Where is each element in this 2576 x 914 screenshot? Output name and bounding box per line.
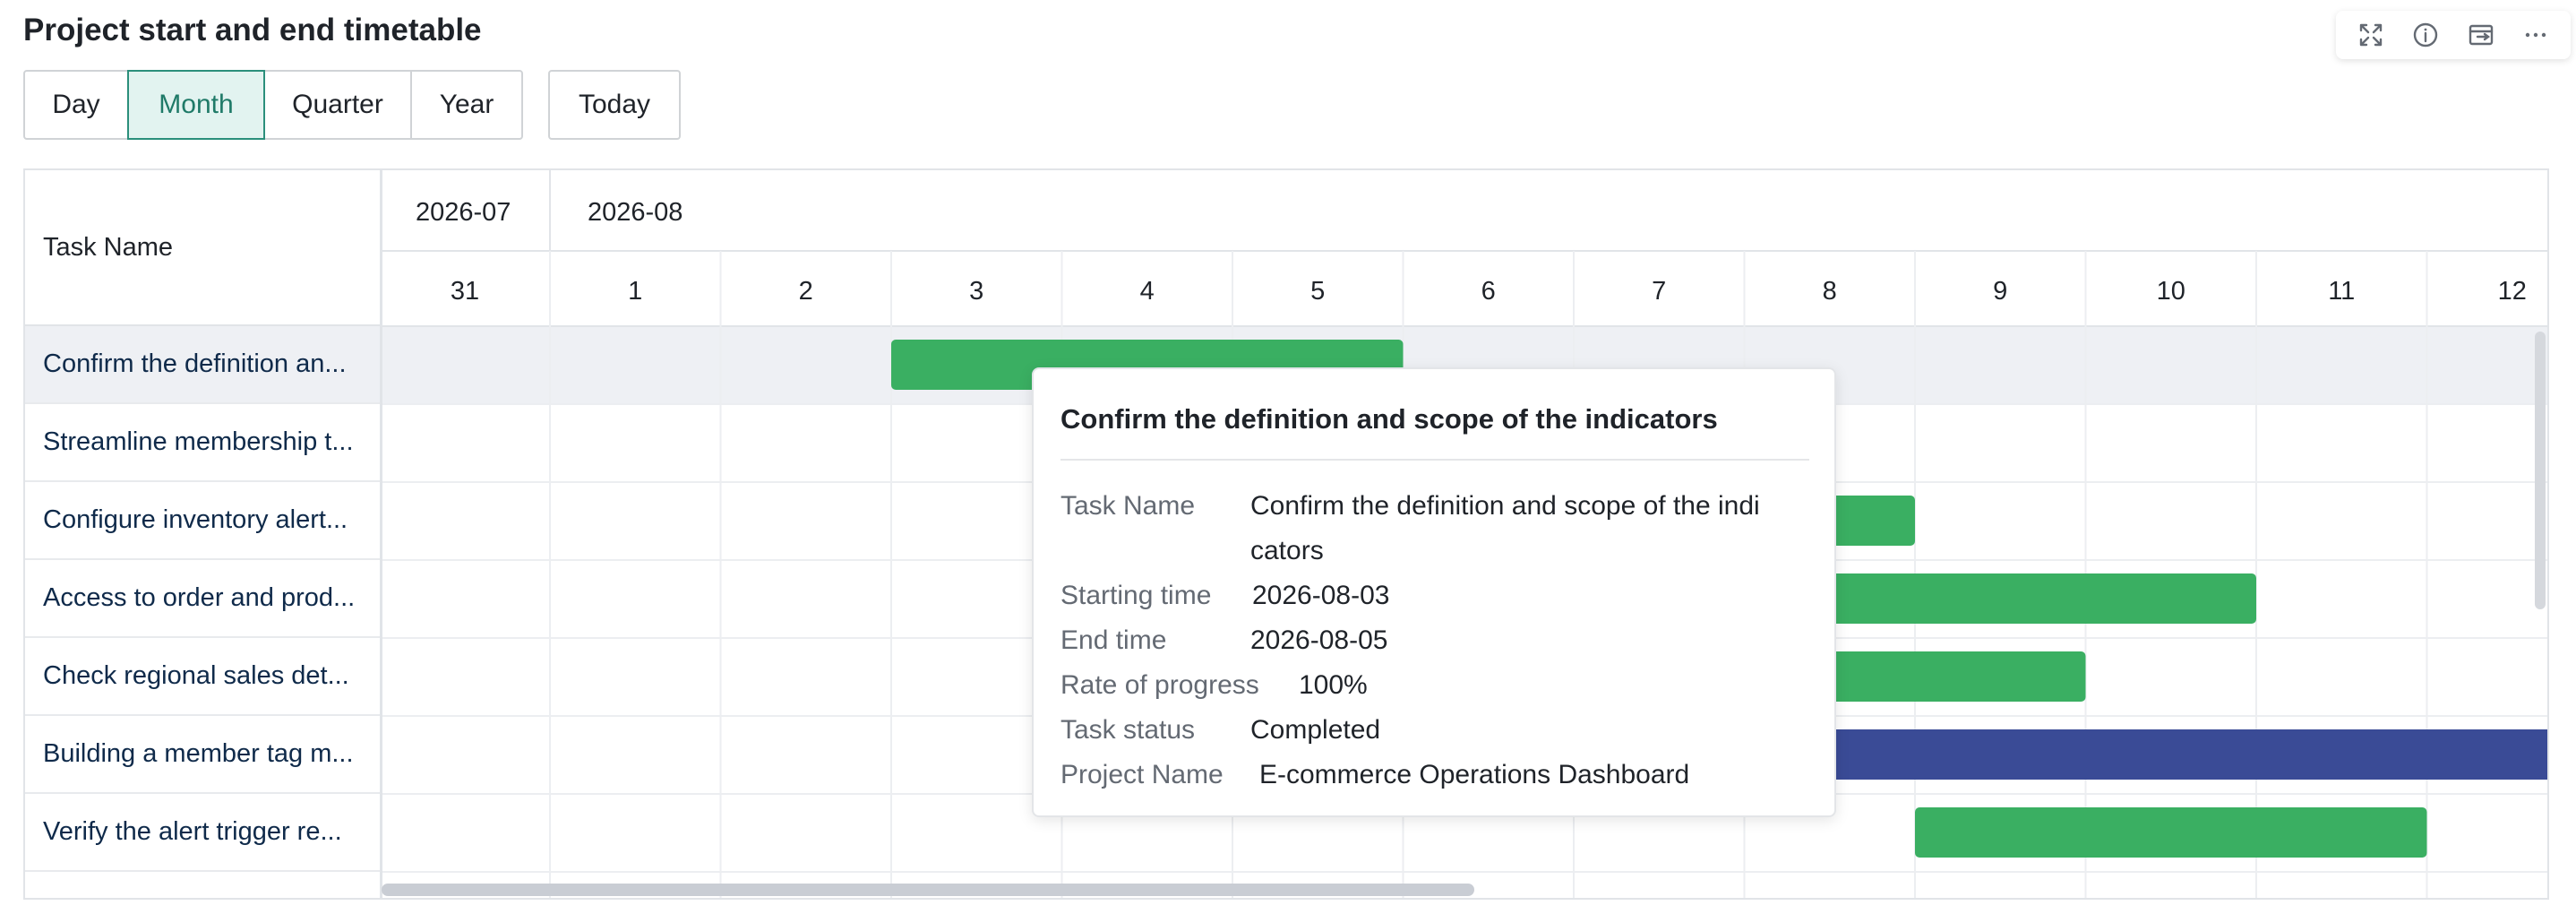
horizontal-scrollbar[interactable] [382,884,1474,896]
task-row[interactable]: Streamline membership t... [25,404,380,482]
fullscreen-icon[interactable] [2350,14,2391,56]
view-year-button[interactable]: Year [410,70,523,140]
task-bar [1915,807,2427,858]
task-row[interactable]: Confirm the definition an... [25,326,380,404]
day-label: 9 [1993,277,2007,306]
tooltip-status-value: Completed [1250,715,1381,745]
task-row[interactable]: Access to order and prod... [25,560,380,638]
day-label: 2 [799,277,813,306]
task-row[interactable]: Verify the alert trigger re... [25,794,380,872]
tooltip-task-name-value-line1: Confirm the definition and scope of the … [1250,491,1760,521]
more-icon[interactable] [2515,14,2556,56]
day-label: 11 [2328,277,2355,306]
task-name: Building a member tag m... [43,739,354,768]
view-mode-switch: Day Month Quarter Year [23,70,523,142]
day-label: 3 [969,277,983,306]
task-row[interactable]: Building a member tag m... [25,716,380,794]
task-row[interactable]: Check regional sales det... [25,638,380,716]
tooltip-status-label: Task status [1060,715,1196,745]
tooltip-divider [1060,459,1809,461]
task-name: Access to order and prod... [43,583,356,612]
tooltip-project-value: E-commerce Operations Dashboard [1259,760,1690,789]
month-label: 2026-07 [416,198,511,227]
view-quarter-button[interactable]: Quarter [263,70,412,140]
tooltip-title: Confirm the definition and scope of the … [1060,403,1718,435]
export-icon[interactable] [2460,14,2502,56]
tooltip-end-label: End time [1060,625,1167,655]
task-bar [1744,729,2547,780]
task-name: Check regional sales det... [43,661,349,690]
tooltip-end-value: 2026-08-05 [1250,625,1388,655]
task-row[interactable]: Configure inventory alert... [25,482,380,560]
day-label: 4 [1140,277,1155,306]
task-name-header: Task Name [25,170,380,326]
day-label: 8 [1823,277,1837,306]
tooltip-task-name-label: Task Name [1060,491,1196,521]
day-label: 7 [1652,277,1666,306]
task-name: Configure inventory alert... [43,505,348,534]
tooltip-task-name-value-line2: cators [1250,536,1324,565]
view-day-button[interactable]: Day [23,70,129,140]
task-name: Streamline membership t... [43,427,354,456]
task-name: Verify the alert trigger re... [43,817,342,846]
tooltip-project-label: Project Name [1060,760,1224,789]
task-name: Confirm the definition an... [43,349,347,378]
vertical-scrollbar[interactable] [2535,332,2546,609]
day-label: 1 [628,277,642,306]
task-list: Task Name Confirm the definition an... S… [25,170,382,898]
day-label: 12 [2498,277,2527,306]
day-label: 6 [1481,277,1496,306]
view-month-button[interactable]: Month [127,70,265,140]
today-button[interactable]: Today [548,70,681,140]
month-label: 2026-08 [588,198,683,227]
tooltip-progress-label: Rate of progress [1060,670,1259,700]
info-icon[interactable] [2405,14,2446,56]
tooltip-progress-value: 100% [1299,670,1368,700]
day-label: 31 [451,277,479,306]
tooltip-start-label: Starting time [1060,581,1212,610]
day-label: 5 [1310,277,1325,306]
day-label: 10 [2157,277,2185,306]
tooltip-start-value: 2026-08-03 [1252,581,1390,610]
page-title: Project start and end timetable [23,13,482,47]
chart-toolbar [2336,11,2571,59]
task-tooltip: Confirm the definition and scope of the … [1032,367,1836,817]
